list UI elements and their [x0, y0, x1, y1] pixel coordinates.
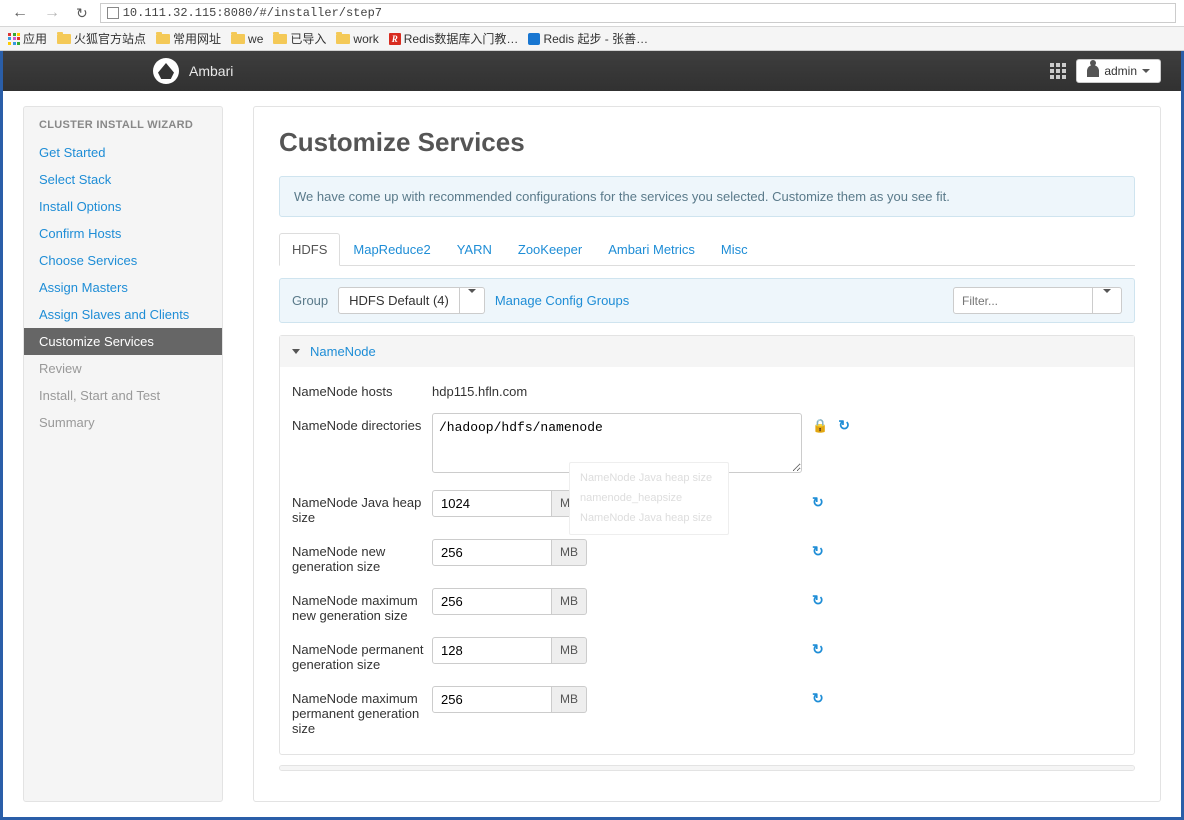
value-namenode-hosts: hdp115.hfln.com — [432, 379, 802, 399]
sidebar-item-choose-services[interactable]: Choose Services — [24, 247, 222, 274]
sidebar-item-get-started[interactable]: Get Started — [24, 139, 222, 166]
input-maxpermgen[interactable] — [432, 686, 552, 713]
folder-icon — [231, 34, 245, 44]
panel-header[interactable]: NameNode — [280, 336, 1134, 367]
wizard-sidebar: CLUSTER INSTALL WIZARD Get Started Selec… — [23, 106, 223, 802]
caret-down-icon — [1103, 289, 1111, 308]
ambari-logo[interactable] — [153, 58, 179, 84]
page-title: Customize Services — [279, 127, 1135, 158]
info-alert: We have come up with recommended configu… — [279, 176, 1135, 217]
config-group-bar: Group HDFS Default (4) Manage Config Gro… — [279, 278, 1135, 323]
tab-misc[interactable]: Misc — [708, 233, 761, 266]
folder-icon — [273, 34, 287, 44]
panel-title: NameNode — [310, 344, 376, 359]
label-namenode-hosts: NameNode hosts — [292, 379, 432, 399]
sidebar-item-install-options[interactable]: Install Options — [24, 193, 222, 220]
tab-zookeeper[interactable]: ZooKeeper — [505, 233, 595, 266]
tab-yarn[interactable]: YARN — [444, 233, 505, 266]
sidebar-item-summary: Summary — [24, 409, 222, 436]
label-maxnewgen: NameNode maximum new generation size — [292, 588, 432, 623]
tab-hdfs[interactable]: HDFS — [279, 233, 340, 266]
bookmark-item[interactable]: RRedis数据库入门教… — [389, 30, 519, 47]
apps-icon — [8, 33, 20, 45]
group-selector[interactable]: HDFS Default (4) — [338, 287, 485, 314]
input-permgen[interactable] — [432, 637, 552, 664]
sidebar-item-confirm-hosts[interactable]: Confirm Hosts — [24, 220, 222, 247]
admin-dropdown[interactable]: admin — [1076, 59, 1161, 83]
label-namenode-dirs: NameNode directories — [292, 413, 432, 433]
site-icon — [528, 33, 540, 45]
reset-icon[interactable]: ↻ — [812, 592, 824, 609]
lock-icon: 🔒 — [812, 418, 828, 434]
bookmark-item[interactable]: work — [336, 32, 378, 46]
apps-menu[interactable]: 应用 — [8, 30, 47, 47]
input-maxnewgen[interactable] — [432, 588, 552, 615]
input-heap[interactable] — [432, 490, 552, 517]
input-newgen[interactable] — [432, 539, 552, 566]
manage-config-groups-link[interactable]: Manage Config Groups — [495, 293, 629, 308]
reload-button[interactable]: ↻ — [72, 5, 92, 22]
user-icon — [1087, 65, 1099, 77]
next-panel — [279, 765, 1135, 771]
url-bar[interactable]: 10.111.32.115:8080/#/installer/step7 — [100, 3, 1176, 23]
browser-chrome: ← → ↻ 10.111.32.115:8080/#/installer/ste… — [0, 0, 1184, 51]
sidebar-item-review: Review — [24, 355, 222, 382]
label-newgen: NameNode new generation size — [292, 539, 432, 574]
apps-grid-icon[interactable] — [1050, 63, 1066, 79]
sidebar-item-assign-masters[interactable]: Assign Masters — [24, 274, 222, 301]
group-label: Group — [292, 293, 328, 308]
reset-icon[interactable]: ↻ — [812, 543, 824, 560]
tooltip: NameNode Java heap size namenode_heapsiz… — [569, 462, 729, 535]
tab-mapreduce2[interactable]: MapReduce2 — [340, 233, 443, 266]
folder-icon — [57, 34, 71, 44]
filter-dropdown-toggle[interactable] — [1093, 287, 1122, 314]
reset-icon[interactable]: ↻ — [812, 690, 824, 707]
reset-icon[interactable]: ↻ — [812, 641, 824, 658]
bookmark-item[interactable]: we — [231, 32, 263, 46]
group-selected[interactable]: HDFS Default (4) — [338, 287, 460, 314]
folder-icon — [336, 34, 350, 44]
reset-icon[interactable]: ↻ — [838, 417, 850, 434]
top-nav: Ambari admin — [3, 51, 1181, 91]
sidebar-title: CLUSTER INSTALL WIZARD — [24, 107, 222, 139]
bookmark-item[interactable]: 已导入 — [273, 30, 326, 47]
reset-icon[interactable]: ↻ — [812, 494, 824, 511]
bookmark-item[interactable]: Redis 起步 - 张善… — [528, 30, 648, 47]
bookmark-item[interactable]: 常用网址 — [156, 30, 221, 47]
sidebar-item-assign-slaves[interactable]: Assign Slaves and Clients — [24, 301, 222, 328]
unit-label: MB — [552, 588, 587, 615]
bookmark-item[interactable]: 火狐官方站点 — [57, 30, 146, 47]
label-maxpermgen: NameNode maximum permanent generation si… — [292, 686, 432, 736]
service-tabs: HDFS MapReduce2 YARN ZooKeeper Ambari Me… — [279, 232, 1135, 266]
label-heap: NameNode Java heap size — [292, 490, 432, 525]
unit-label: MB — [552, 539, 587, 566]
back-button[interactable]: ← — [8, 4, 32, 22]
label-permgen: NameNode permanent generation size — [292, 637, 432, 672]
sidebar-item-customize-services[interactable]: Customize Services — [24, 328, 222, 355]
group-dropdown-toggle[interactable] — [460, 287, 485, 314]
main-panel: Customize Services We have come up with … — [253, 106, 1161, 802]
forward-button[interactable]: → — [40, 4, 64, 22]
namenode-panel: NameNode NameNode hosts hdp115.hfln.com … — [279, 335, 1135, 755]
unit-label: MB — [552, 637, 587, 664]
collapse-icon — [292, 349, 300, 354]
filter-input[interactable] — [953, 287, 1093, 314]
sidebar-item-select-stack[interactable]: Select Stack — [24, 166, 222, 193]
sidebar-item-install-start-test: Install, Start and Test — [24, 382, 222, 409]
url-text: 10.111.32.115:8080/#/installer/step7 — [123, 6, 382, 20]
folder-icon — [156, 34, 170, 44]
brand-label: Ambari — [189, 63, 233, 79]
tab-ambari-metrics[interactable]: Ambari Metrics — [595, 233, 708, 266]
caret-down-icon — [468, 289, 476, 308]
redis-icon: R — [389, 33, 401, 45]
unit-label: MB — [552, 686, 587, 713]
page-icon — [107, 7, 119, 19]
caret-down-icon — [1142, 69, 1150, 73]
